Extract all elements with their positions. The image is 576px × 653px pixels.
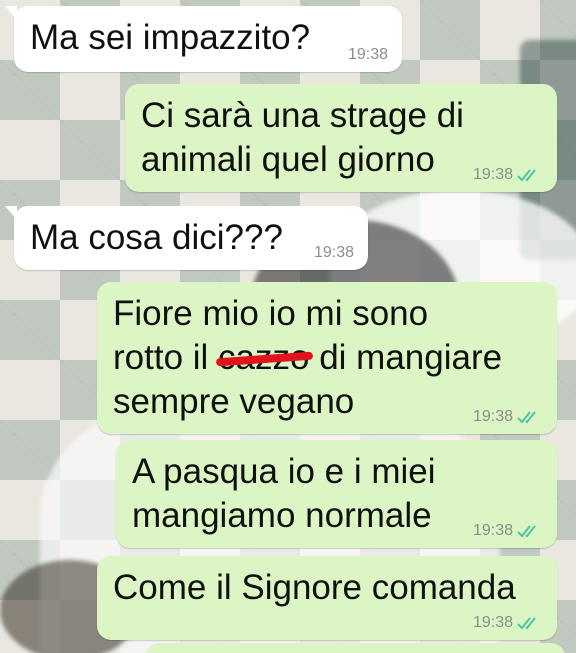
double-check-icon: [517, 411, 536, 424]
message-meta: 19:38: [473, 614, 543, 632]
message-time: 19:38: [472, 522, 513, 539]
message-bubble-outgoing[interactable]: Fiore mio io mi sono rotto il cazzo di m…: [97, 282, 557, 434]
message-time: 19:38: [313, 244, 354, 261]
message-meta: 19:38: [473, 522, 543, 540]
message-bubble-outgoing[interactable]: Ci sarà una strage di animali quel giorn…: [125, 84, 557, 192]
double-check-icon: [517, 169, 536, 182]
message-text-line: Fiore mio io mi sono: [113, 294, 429, 333]
message-bubble-outgoing-partial: [145, 643, 565, 653]
message-time: 19:38: [472, 166, 513, 183]
censored-word: cazzo: [215, 336, 314, 380]
message-bubble-outgoing[interactable]: Come il Signore comanda 19:38: [97, 556, 557, 640]
message-time: 19:38: [472, 614, 513, 631]
message-time: 19:38: [347, 46, 388, 63]
message-meta: 19:38: [473, 166, 543, 184]
text-segment: di mangiare: [309, 338, 503, 377]
chat-window: Ma sei impazzito? 19:38 Ci sarà una stra…: [0, 0, 576, 653]
message-meta: 19:38: [348, 46, 388, 64]
message-bubble-incoming[interactable]: Ma cosa dici??? 19:38: [5, 206, 368, 270]
message-meta: 19:38: [473, 408, 543, 426]
double-check-icon: [517, 525, 536, 538]
message-text: Ma cosa dici???: [30, 218, 283, 257]
message-bubble-incoming[interactable]: Ma sei impazzito? 19:38: [5, 6, 402, 72]
message-text: Ma sei impazzito?: [30, 18, 311, 57]
message-bubble-outgoing[interactable]: A pasqua io e i miei mangiamo normale 19…: [116, 440, 557, 548]
message-text: Come il Signore comanda: [113, 568, 516, 607]
message-text-line: rotto il cazzo di mangiare: [113, 336, 541, 380]
message-meta: 19:38: [314, 244, 354, 262]
message-time: 19:38: [472, 408, 513, 425]
message-text-line: Ci sarà una strage di: [141, 96, 464, 135]
message-text-line: A pasqua io e i miei: [132, 452, 436, 491]
double-check-icon: [517, 617, 536, 630]
text-segment: rotto il: [113, 338, 219, 377]
